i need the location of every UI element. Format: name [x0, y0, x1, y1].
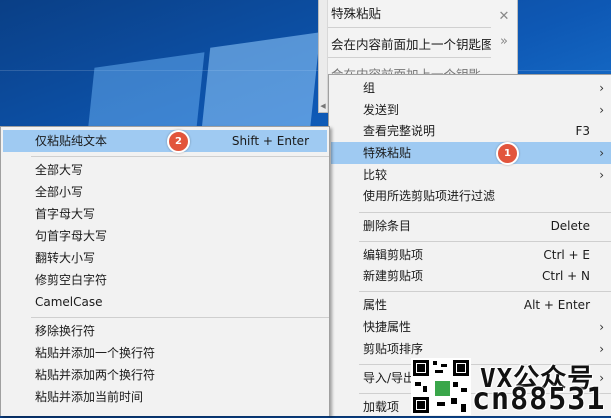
menu-item-label: 查看完整说明 [363, 124, 436, 138]
menu-item-label: 粘贴并添加当前时间 [35, 390, 144, 404]
submenu-item-trim-whitespace[interactable]: 修剪空白字符 [3, 269, 327, 291]
menu-item-label: 修剪空白字符 [35, 273, 108, 287]
step-badge: 1 [496, 142, 519, 165]
menu-item-label: 剪贴项排序 [363, 342, 424, 356]
menu-item-group[interactable]: 组 › [331, 77, 611, 99]
menu-separator [31, 156, 329, 157]
menu-item-shortcut: Ctrl + N [541, 269, 590, 283]
menu-item-label: 导入/导出 [363, 371, 416, 385]
special-paste-submenu: 仅粘贴纯文本 2 Shift + Enter 全部大写 全部小写 首字母大写 句… [0, 126, 330, 416]
menu-item-view-full-description[interactable]: 查看完整说明 F3 [331, 120, 611, 142]
submenu-item-lowercase[interactable]: 全部小写 [3, 181, 327, 203]
menu-item-label: 新建剪贴项 [363, 269, 424, 283]
menu-item-shortcut: Shift + Enter [231, 134, 309, 148]
menu-item-send-to[interactable]: 发送到 › [331, 99, 611, 121]
menu-item-label: 全部大写 [35, 163, 84, 177]
chevron-right-icon: › [599, 168, 604, 182]
menu-item-label: 粘贴并添加一个换行符 [35, 346, 156, 360]
menu-item-shortcut: Delete [550, 219, 590, 233]
clipboard-gutter [319, 0, 328, 112]
menu-item-label: 全部小写 [35, 185, 84, 199]
menu-item-label: 比较 [363, 168, 388, 182]
submenu-item-uppercase[interactable]: 全部大写 [3, 159, 327, 181]
menu-item-label: 编辑剪贴项 [363, 248, 424, 262]
scroll-left-icon[interactable]: ◀ [320, 100, 326, 112]
chevron-right-icon: › [599, 320, 604, 334]
menu-item-new-clip[interactable]: 新建剪贴项 Ctrl + N [331, 265, 611, 287]
menu-item-shortcut: Ctrl + E [543, 248, 590, 262]
submenu-item-camelcase[interactable]: CamelCase [3, 291, 327, 313]
menu-separator [359, 212, 611, 213]
menu-item-label: 粘贴并添加两个换行符 [35, 368, 156, 382]
menu-item-delete[interactable]: 删除条目 Delete [331, 215, 611, 237]
menu-item-filter-by-selection[interactable]: 使用所选剪贴项进行过滤 [331, 185, 611, 207]
menu-item-label: CamelCase [35, 295, 103, 309]
menu-item-compare[interactable]: 比较 › [331, 164, 611, 186]
menu-item-label: 删除条目 [363, 219, 412, 233]
menu-item-label: 使用所选剪贴项进行过滤 [363, 189, 496, 203]
menu-item-label: 首字母大写 [35, 207, 96, 221]
watermark-text-line2: cn88531 [472, 382, 606, 417]
chevron-right-icon: › [599, 103, 604, 117]
submenu-item-remove-line-breaks[interactable]: 移除换行符 [3, 320, 327, 342]
submenu-item-sentence-case[interactable]: 句首字母大写 [3, 225, 327, 247]
menu-separator [359, 291, 611, 292]
submenu-item-add-two-line-breaks[interactable]: 粘贴并添加两个换行符 [3, 364, 327, 386]
submenu-item-paste-plain-text[interactable]: 仅粘贴纯文本 2 Shift + Enter [3, 130, 327, 153]
expand-more-icon[interactable]: » [495, 33, 513, 51]
menu-item-label: 属性 [363, 298, 388, 312]
submenu-item-invert-case[interactable]: 翻转大小写 [3, 247, 327, 269]
menu-item-sort-clips[interactable]: 剪贴项排序 › [331, 338, 611, 360]
clip-item-2[interactable]: 会在内容前面加上一个钥匙图 [331, 34, 491, 53]
menu-item-label: 仅粘贴纯文本 [35, 134, 108, 148]
menu-separator [31, 317, 329, 318]
menu-item-label: 移除换行符 [35, 324, 96, 338]
menu-separator [359, 241, 611, 242]
menu-item-properties[interactable]: 属性 Alt + Enter [331, 294, 611, 316]
step-badge: 2 [167, 130, 190, 153]
menu-item-edit-clip[interactable]: 编辑剪贴项 Ctrl + E [331, 244, 611, 266]
menu-item-shortcut: Alt + Enter [523, 298, 590, 312]
menu-item-label: 翻转大小写 [35, 251, 96, 265]
menu-item-special-paste[interactable]: 特殊粘贴 1 › [331, 142, 611, 165]
chevron-right-icon: › [599, 146, 604, 160]
submenu-item-add-one-line-break[interactable]: 粘贴并添加一个换行符 [3, 342, 327, 364]
submenu-item-capitalize-words[interactable]: 首字母大写 [3, 203, 327, 225]
menu-item-label: 特殊粘贴 [363, 146, 412, 160]
menu-item-shortcut: F3 [575, 124, 590, 138]
menu-item-label: 句首字母大写 [35, 229, 108, 243]
clip-item-1[interactable]: 特殊粘贴 [331, 3, 491, 22]
menu-item-label: 快捷属性 [363, 320, 412, 334]
chevron-right-icon: › [599, 81, 604, 95]
submenu-item-add-current-time[interactable]: 粘贴并添加当前时间 [3, 386, 327, 408]
chevron-right-icon: › [599, 342, 604, 356]
menu-item-label: 组 [363, 81, 376, 95]
close-icon[interactable]: ✕ [495, 8, 513, 26]
qr-code-watermark [411, 358, 471, 415]
menu-item-quick-properties[interactable]: 快捷属性 › [331, 316, 611, 338]
menu-item-label: 发送到 [363, 103, 400, 117]
